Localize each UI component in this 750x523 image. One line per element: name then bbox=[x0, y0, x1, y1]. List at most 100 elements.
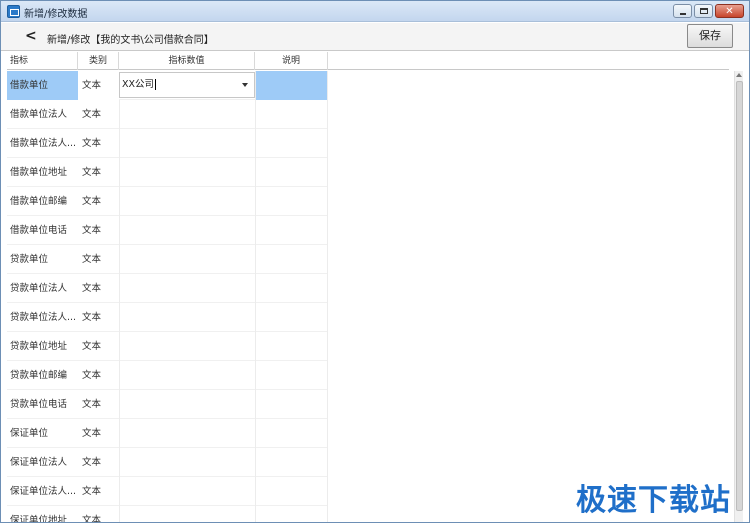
indicator-cell: 借款单位邮编 bbox=[10, 196, 68, 207]
column-header-note[interactable]: 说明 bbox=[255, 52, 328, 70]
indicator-cell: 贷款单位法人 bbox=[10, 283, 68, 294]
note-cell[interactable] bbox=[255, 158, 328, 187]
table-row[interactable]: 贷款单位 文本 bbox=[7, 245, 328, 274]
minimize-icon bbox=[680, 13, 686, 15]
minimize-button[interactable] bbox=[673, 4, 692, 18]
type-cell: 文本 bbox=[82, 138, 102, 149]
indicator-cell: 保证单位地址 bbox=[10, 515, 68, 522]
value-cell[interactable] bbox=[119, 158, 255, 187]
indicator-cell: 借款单位电话 bbox=[10, 225, 68, 236]
value-cell[interactable] bbox=[119, 361, 255, 390]
value-cell[interactable] bbox=[119, 187, 255, 216]
note-cell[interactable] bbox=[255, 303, 328, 332]
value-cell[interactable] bbox=[119, 303, 255, 332]
note-cell[interactable] bbox=[255, 361, 328, 390]
value-cell[interactable] bbox=[119, 245, 255, 274]
table-row[interactable]: 借款单位地址 文本 bbox=[7, 158, 328, 187]
note-cell[interactable] bbox=[255, 506, 328, 522]
type-cell: 文本 bbox=[78, 71, 119, 100]
indicator-cell: 借款单位法人... bbox=[10, 138, 77, 149]
value-input[interactable]: XX公司 bbox=[122, 73, 157, 97]
note-cell[interactable] bbox=[255, 216, 328, 245]
value-cell[interactable] bbox=[119, 448, 255, 477]
table-row[interactable]: 保证单位 文本 bbox=[7, 419, 328, 448]
table-row[interactable]: 贷款单位法人... 文本 bbox=[7, 303, 328, 332]
value-cell[interactable] bbox=[119, 419, 255, 448]
indicator-cell: 保证单位 bbox=[10, 428, 49, 439]
maximize-icon bbox=[700, 8, 708, 14]
indicator-cell: 借款单位地址 bbox=[10, 167, 68, 178]
type-cell: 文本 bbox=[82, 254, 102, 265]
value-cell[interactable] bbox=[119, 274, 255, 303]
type-cell: 文本 bbox=[82, 457, 102, 468]
table-row[interactable]: 贷款单位电话 文本 bbox=[7, 390, 328, 419]
note-cell[interactable] bbox=[255, 100, 328, 129]
dropdown-arrow-icon[interactable] bbox=[242, 83, 248, 87]
table-row[interactable]: 保证单位法人... 文本 bbox=[7, 477, 328, 506]
note-cell[interactable] bbox=[255, 419, 328, 448]
indicator-cell: 贷款单位电话 bbox=[10, 399, 68, 410]
note-cell[interactable] bbox=[255, 332, 328, 361]
note-cell[interactable] bbox=[255, 71, 328, 100]
vertical-scrollbar[interactable] bbox=[734, 71, 743, 522]
type-cell: 文本 bbox=[82, 283, 102, 294]
table-row[interactable]: 借款单位 文本 XX公司 bbox=[7, 71, 328, 100]
note-cell[interactable] bbox=[255, 274, 328, 303]
note-cell[interactable] bbox=[255, 187, 328, 216]
table-row[interactable]: 贷款单位地址 文本 bbox=[7, 332, 328, 361]
table-row[interactable]: 贷款单位邮编 文本 bbox=[7, 361, 328, 390]
watermark-logo: 极速下载站 bbox=[576, 483, 731, 518]
note-cell[interactable] bbox=[255, 477, 328, 506]
table-row[interactable]: 借款单位电话 文本 bbox=[7, 216, 328, 245]
table-row[interactable]: 借款单位法人... 文本 bbox=[7, 129, 328, 158]
type-cell: 文本 bbox=[82, 370, 102, 381]
indicator-cell: 借款单位法人 bbox=[10, 109, 68, 120]
value-cell[interactable] bbox=[119, 216, 255, 245]
value-text: XX公司 bbox=[122, 79, 155, 90]
value-cell[interactable] bbox=[119, 100, 255, 129]
value-dropdown[interactable]: XX公司 bbox=[119, 72, 255, 98]
indicator-cell: 贷款单位 bbox=[10, 254, 49, 265]
column-header-indicator[interactable]: 指标 bbox=[7, 52, 78, 70]
window-controls: ✕ bbox=[673, 4, 744, 18]
note-cell[interactable] bbox=[255, 448, 328, 477]
back-button[interactable]: < bbox=[25, 28, 37, 44]
scroll-up-icon[interactable] bbox=[736, 73, 742, 77]
save-button[interactable]: 保存 bbox=[687, 24, 733, 48]
value-cell[interactable] bbox=[119, 332, 255, 361]
value-cell[interactable] bbox=[119, 477, 255, 506]
indicator-cell: 贷款单位邮编 bbox=[10, 370, 68, 381]
type-cell: 文本 bbox=[82, 196, 102, 207]
value-cell[interactable] bbox=[119, 390, 255, 419]
note-cell[interactable] bbox=[255, 129, 328, 158]
value-cell[interactable] bbox=[119, 506, 255, 522]
scrollbar-thumb[interactable] bbox=[736, 81, 743, 511]
indicator-cell: 贷款单位法人... bbox=[10, 312, 77, 323]
table-row[interactable]: 贷款单位法人 文本 bbox=[7, 274, 328, 303]
type-cell: 文本 bbox=[82, 109, 102, 120]
table-row[interactable]: 借款单位法人 文本 bbox=[7, 100, 328, 129]
close-button[interactable]: ✕ bbox=[715, 4, 744, 18]
title-bar: 新增/修改数据 ✕ bbox=[1, 1, 749, 22]
type-cell: 文本 bbox=[82, 167, 102, 178]
app-icon bbox=[7, 5, 20, 18]
table-row[interactable]: 借款单位邮编 文本 bbox=[7, 187, 328, 216]
table-row[interactable]: 保证单位地址 文本 bbox=[7, 506, 328, 522]
page-title: 新增/修改【我的文书\公司借款合同】 bbox=[47, 35, 214, 46]
maximize-button[interactable] bbox=[694, 4, 713, 18]
grid-header: 指标 类别 指标数值 说明 bbox=[7, 52, 729, 70]
column-header-value[interactable]: 指标数值 bbox=[119, 52, 255, 70]
text-caret bbox=[155, 79, 157, 90]
table-row[interactable]: 保证单位法人 文本 bbox=[7, 448, 328, 477]
note-cell[interactable] bbox=[255, 390, 328, 419]
type-cell: 文本 bbox=[82, 225, 102, 236]
app-window: 新增/修改数据 ✕ < 新增/修改【我的文书\公司借款合同】 保存 指标 类别 … bbox=[0, 0, 750, 523]
column-header-type[interactable]: 类别 bbox=[78, 52, 119, 70]
note-cell[interactable] bbox=[255, 245, 328, 274]
indicator-cell: 贷款单位地址 bbox=[10, 341, 68, 352]
value-cell[interactable] bbox=[119, 129, 255, 158]
type-cell: 文本 bbox=[82, 312, 102, 323]
indicator-cell: 保证单位法人... bbox=[10, 486, 77, 497]
close-icon: ✕ bbox=[725, 6, 734, 17]
window-title: 新增/修改数据 bbox=[24, 9, 88, 20]
